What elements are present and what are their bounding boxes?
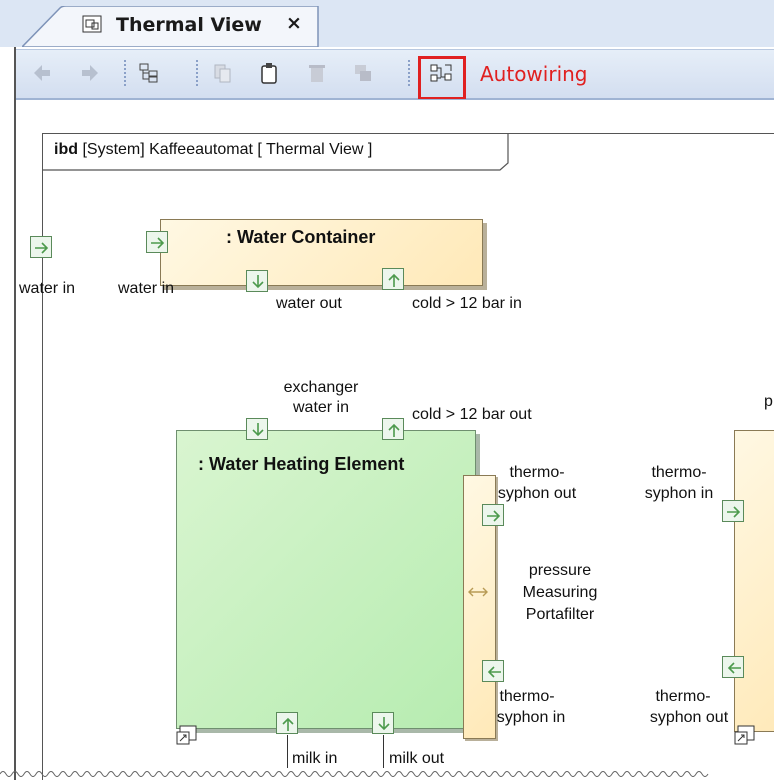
- portafilter-thermo-out-label-2: syphon out: [497, 485, 577, 502]
- port-exchanger-label-1: exchanger: [283, 379, 359, 396]
- stack-icon[interactable]: [352, 62, 374, 84]
- portafilter-label-2: Measuring: [522, 584, 598, 601]
- toolbar-separator: [124, 60, 128, 86]
- port-cold-out-label: cold > 12 bar out: [412, 406, 532, 423]
- milk-in-connector: [287, 735, 288, 768]
- diagram-icon: [82, 15, 102, 33]
- port-milk-in-label: milk in: [292, 750, 338, 767]
- port-milk-out[interactable]: [372, 712, 394, 734]
- port-thermo-syphon-in[interactable]: [482, 660, 504, 682]
- delete-icon[interactable]: [306, 62, 328, 84]
- bidirectional-flow-icon: [467, 584, 489, 600]
- boundary-port-label: water in: [19, 280, 76, 297]
- canvas-left-edge: [14, 47, 16, 780]
- copy-icon[interactable]: [212, 62, 234, 84]
- hierarchy-icon[interactable]: [138, 62, 160, 84]
- diagram-toolbar: [16, 49, 774, 99]
- port-water-in[interactable]: [146, 231, 168, 253]
- port-cold-out[interactable]: [382, 418, 404, 440]
- port-water-in-label: water in: [118, 280, 175, 297]
- port-cold-in[interactable]: [382, 268, 404, 290]
- portafilter-label-3: Portafilter: [525, 606, 595, 623]
- tab-title: Thermal View: [116, 14, 262, 36]
- right-thermo-out-label-1: thermo-: [655, 688, 711, 705]
- milk-out-connector: [383, 735, 384, 768]
- boundary-port-water-in[interactable]: [30, 236, 52, 258]
- canvas-border: [16, 99, 774, 100]
- autowiring-label: Autowiring: [480, 62, 588, 86]
- right-composite-icon: [734, 724, 756, 746]
- right-thermo-out-label-2: syphon out: [649, 709, 729, 726]
- toolbar-separator: [408, 60, 412, 86]
- portafilter-thermo-out-label-1: thermo-: [509, 464, 565, 481]
- port-water-out[interactable]: [246, 270, 268, 292]
- autowiring-icon[interactable]: [430, 62, 452, 84]
- paste-icon[interactable]: [258, 62, 280, 84]
- right-thermo-in-label-1: thermo-: [651, 464, 707, 481]
- port-water-out-label: water out: [276, 295, 342, 312]
- composite-structure-icon: [176, 724, 198, 746]
- right-part-partial-label: p: [764, 393, 773, 410]
- port-exchanger-label-2: water in: [292, 399, 350, 416]
- right-port-thermo-syphon-out[interactable]: [722, 656, 744, 678]
- port-milk-in[interactable]: [276, 712, 298, 734]
- torn-edge: [0, 771, 709, 777]
- toolbar-separator: [196, 60, 200, 86]
- water-container-title: : Water Container: [226, 227, 376, 247]
- portafilter-thermo-in-label-2: syphon in: [496, 709, 566, 726]
- right-thermo-in-label-2: syphon in: [644, 485, 714, 502]
- port-exchanger-water-in[interactable]: [246, 418, 268, 440]
- port-milk-out-label: milk out: [389, 750, 445, 767]
- back-icon[interactable]: [32, 62, 54, 84]
- frame-kind: ibd: [54, 141, 78, 158]
- frame-label: ibd [System] Kaffeeautomat [ Thermal Vie…: [54, 141, 372, 159]
- portafilter-label-1: pressure: [528, 562, 592, 579]
- portafilter-thermo-in-label-1: thermo-: [499, 688, 555, 705]
- close-icon[interactable]: ×: [286, 12, 302, 34]
- port-thermo-syphon-out[interactable]: [482, 504, 504, 526]
- right-part[interactable]: [734, 430, 774, 732]
- forward-icon[interactable]: [78, 62, 100, 84]
- port-cold-in-label: cold > 12 bar in: [412, 295, 522, 312]
- frame-title: [System] Kaffeeautomat [ Thermal View ]: [82, 141, 373, 158]
- water-heating-title: : Water Heating Element: [198, 454, 405, 474]
